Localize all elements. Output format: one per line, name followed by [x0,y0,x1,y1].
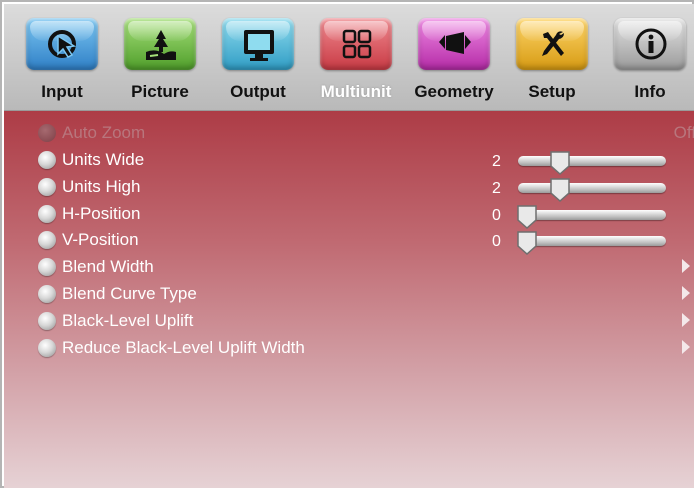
menu-item-blend-width[interactable]: Blend Width [38,255,690,279]
tab-info[interactable]: Info [602,4,694,110]
slider-thumb[interactable] [516,204,538,230]
multiunit-tile [320,18,392,70]
output-tile [222,18,294,70]
slider-thumb[interactable] [549,177,571,203]
info-icon [635,28,667,60]
menu-item-value: 0 [492,233,501,250]
menu-item-label: Units Wide [62,150,145,169]
bullet-icon [38,178,56,196]
v-position-slider[interactable] [517,231,666,256]
landscape-picture-icon [146,30,176,60]
tab-input-label: Input [41,82,83,101]
menu-item-auto-zoom: Auto Zoom Off [38,121,694,145]
tab-info-label: Info [634,82,666,101]
units-high-slider[interactable] [518,178,666,203]
slider-thumb[interactable] [549,150,571,176]
tools-icon [542,31,564,56]
bullet-icon [38,205,56,223]
menu-tab-bar: Input Picture Output Multiunit Geometry … [4,4,694,111]
monitor-icon [244,30,274,61]
menu-item-label: Blend Width [62,257,154,276]
tab-picture-label: Picture [131,82,189,101]
osd-window: Input Picture Output Multiunit Geometry … [0,0,694,488]
input-tile [26,18,98,70]
menu-item-value: 0 [492,207,501,224]
h-position-slider[interactable] [517,205,666,230]
tab-setup[interactable]: Setup [504,4,600,110]
menu-item-label: H-Position [62,204,141,223]
menu-item-blend-curve-type[interactable]: Blend Curve Type [38,282,690,306]
bullet-icon [38,124,56,142]
bullet-icon [38,312,56,330]
slider-thumb[interactable] [516,230,538,256]
tab-multiunit[interactable]: Multiunit [308,4,404,110]
menu-item-value: 2 [492,180,501,197]
tab-geometry-label: Geometry [414,82,494,101]
bullet-icon [38,151,56,169]
menu-panel: Auto Zoom Off Units Wide 2 Units High 2 [4,111,694,488]
menu-item-reduce-black-level-uplift-width[interactable]: Reduce Black-Level Uplift Width [38,336,690,360]
tab-setup-label: Setup [528,82,576,101]
menu-item-label: Blend Curve Type [62,284,197,303]
bullet-icon [38,339,56,357]
menu-item-h-position[interactable]: H-Position 0 [38,202,688,230]
setup-tile [516,18,588,70]
menu-item-units-high[interactable]: Units High 2 [38,175,688,203]
menu-item-units-wide[interactable]: Units Wide 2 [38,148,688,176]
menu-item-v-position[interactable]: V-Position 0 [38,228,688,256]
menu-item-black-level-uplift[interactable]: Black-Level Uplift [38,309,690,333]
geometry-tile [418,18,490,70]
submenu-arrow-icon [682,259,690,273]
picture-tile [124,18,196,70]
submenu-arrow-icon [682,340,690,354]
menu-item-label: Reduce Black-Level Uplift Width [62,338,305,357]
submenu-arrow-icon [682,286,690,300]
menu-item-label: Auto Zoom [62,123,146,142]
tab-input[interactable]: Input [14,4,110,110]
bullet-icon [38,231,56,249]
units-wide-slider[interactable] [518,151,666,176]
menu-item-label: Black-Level Uplift [62,311,194,330]
submenu-arrow-icon [682,313,690,327]
tab-output-label: Output [230,82,286,101]
menu-item-value: 2 [492,153,501,170]
tab-picture[interactable]: Picture [112,4,208,110]
bullet-icon [38,258,56,276]
multiunit-grid-icon [342,29,372,59]
menu-item-label: V-Position [62,230,139,249]
menu-item-label: Units High [62,177,141,196]
menu-item-value: Off [673,123,694,142]
info-tile [614,18,686,70]
input-arrow-icon [48,30,77,58]
geometry-skew-icon [439,32,471,54]
tab-geometry[interactable]: Geometry [406,4,502,110]
tab-multiunit-label: Multiunit [320,82,392,101]
bullet-icon [38,285,56,303]
tab-output[interactable]: Output [210,4,306,110]
